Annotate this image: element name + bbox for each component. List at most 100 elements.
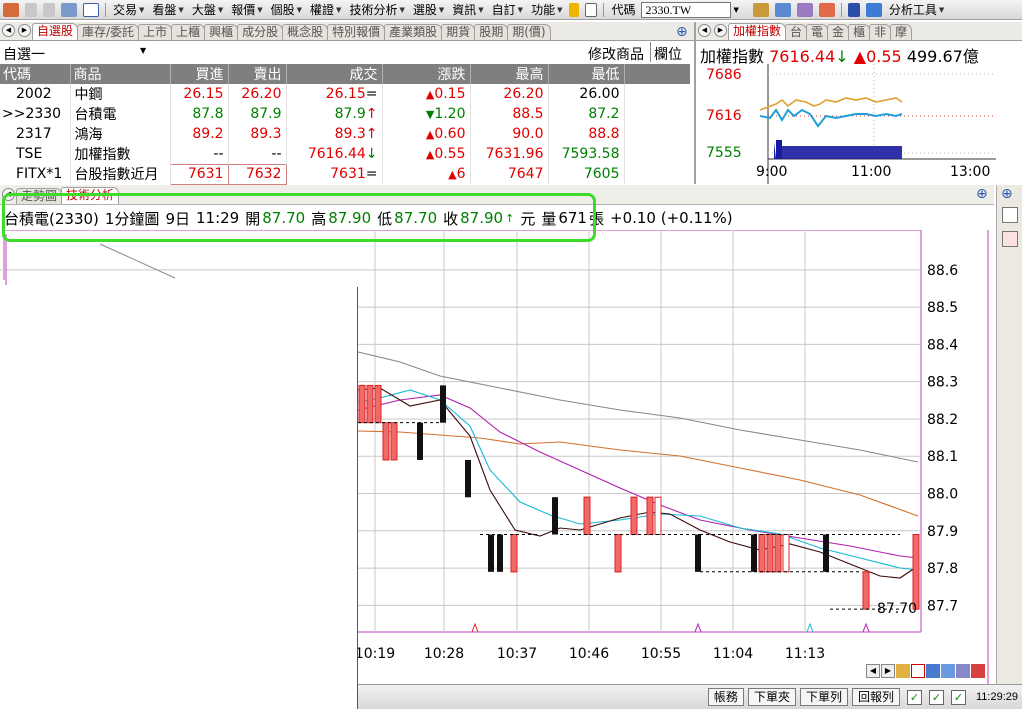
group-select[interactable]: 自選一 — [3, 44, 45, 64]
chart-tool-icon-1[interactable] — [896, 664, 910, 678]
note-icon[interactable] — [585, 2, 598, 17]
side-icon-1[interactable] — [1002, 207, 1018, 223]
print-icon[interactable] — [61, 2, 77, 17]
tab-listed[interactable]: 上市 — [138, 24, 173, 40]
y-tick-label: 87.8 — [927, 561, 958, 577]
table-row[interactable]: FITX*1 台股指數近月 7631 7632 7631= ▲6 7647 7605 — [0, 163, 690, 185]
forward-icon[interactable] — [43, 2, 55, 17]
index-scroll-left-icon[interactable]: ◀ — [698, 24, 711, 37]
col-ask[interactable]: 賣出 — [228, 64, 287, 84]
tab-index-tw[interactable]: 台 — [785, 24, 808, 40]
tab-otc[interactable]: 上櫃 — [171, 24, 206, 40]
tab-index-otc[interactable]: 櫃 — [848, 24, 871, 40]
tab-emerging[interactable]: 興櫃 — [204, 24, 239, 40]
tab-index-elec[interactable]: 電 — [806, 24, 829, 40]
menu-watch[interactable]: 看盤 ▼ — [148, 1, 187, 18]
checkbox-3[interactable]: ✓ — [950, 689, 966, 705]
table-row[interactable]: >>2330 台積電 87.8 87.9 87.9↑ ▼1.20 88.5 87.2 — [0, 104, 690, 124]
col-low[interactable]: 最低 — [548, 64, 625, 84]
chart-tool-icon-5[interactable] — [956, 664, 970, 678]
toolbar-icon-2[interactable] — [796, 2, 813, 17]
menu-technical[interactable]: 技術分析 ▼ — [345, 1, 408, 18]
tab-scroll-right-icon[interactable]: ▶ — [18, 24, 31, 37]
menu-custom[interactable]: 自訂 ▼ — [488, 1, 527, 18]
tab-special[interactable]: 特別報價 — [327, 24, 386, 40]
side-check-icon[interactable] — [1002, 231, 1018, 247]
report-bar-button[interactable]: 回報列 — [851, 688, 900, 706]
tab-components[interactable]: 成分股 — [237, 24, 284, 40]
tab-industry[interactable]: 產業類股 — [384, 24, 443, 40]
wl-empty — [624, 124, 690, 144]
col-name[interactable]: 商品 — [70, 64, 171, 84]
wl-ask: 87.9 — [228, 104, 287, 124]
table-row[interactable]: 2002 中鋼 26.15 26.20 26.15= ▲0.15 26.20 26.00 — [0, 84, 690, 104]
wl-change-value: 6 — [456, 166, 466, 182]
checkbox-1[interactable]: ✓ — [906, 689, 922, 705]
group-dropdown-icon[interactable]: ▼ — [140, 46, 146, 55]
cursor-icon[interactable] — [847, 2, 860, 17]
toolbar-icon-3[interactable] — [818, 2, 835, 17]
table-row[interactable]: 2317 鴻海 89.2 89.3 89.3↑ ▲0.60 90.0 88.8 — [0, 124, 690, 144]
col-code[interactable]: 代碼 — [0, 64, 71, 84]
tab-index-nonfin[interactable]: 非 — [869, 24, 892, 40]
menu-screener[interactable]: 選股 ▼ — [409, 1, 448, 18]
popout-icon[interactable] — [83, 2, 99, 17]
tab-index-msci[interactable]: 摩 — [890, 24, 913, 40]
index-scroll-right-icon[interactable]: ▶ — [714, 24, 727, 37]
home-icon[interactable] — [3, 2, 19, 17]
code-input[interactable]: 2330.TW — [641, 1, 732, 18]
tab-index-fin[interactable]: 金 — [827, 24, 850, 40]
tab-futures[interactable]: 期貨 — [441, 24, 476, 40]
order-bar-button[interactable]: 下單列 — [799, 688, 848, 706]
col-change[interactable]: 漲跌 — [382, 64, 471, 84]
menu-function[interactable]: 功能 ▼ — [527, 1, 566, 18]
tab-watchlist[interactable]: 自選股 — [32, 23, 79, 40]
chart-tool-icon-2[interactable] — [911, 664, 925, 678]
zoom-icon[interactable] — [774, 2, 791, 17]
lightning-icon[interactable] — [569, 2, 580, 17]
tab-stock-futures[interactable]: 股期 — [474, 24, 509, 40]
wl-bid: 26.15 — [170, 84, 229, 104]
side-zoom-icon[interactable]: ⊕ — [1001, 186, 1013, 202]
menu-trade[interactable]: 交易 ▼ — [109, 1, 148, 18]
menu-market[interactable]: 大盤 ▼ — [188, 1, 227, 18]
chart-tool-icon-6[interactable] — [971, 664, 985, 678]
wl-low: 88.8 — [548, 124, 625, 144]
wl-bid: 89.2 — [170, 124, 229, 144]
table-row[interactable]: TSE 加權指數 -- -- 7616.44↓ ▲0.55 7631.96 7593.58 — [0, 144, 690, 164]
candle-up — [782, 534, 790, 573]
col-high[interactable]: 最高 — [470, 64, 549, 84]
tab-inventory[interactable]: 庫存/委託 — [77, 24, 140, 40]
tab-scroll-left-icon[interactable]: ◀ — [2, 24, 15, 37]
checkbox-2[interactable]: ✓ — [928, 689, 944, 705]
col-bid[interactable]: 買進 — [170, 64, 229, 84]
chart-tool-icon-3[interactable] — [926, 664, 940, 678]
candle-up — [766, 534, 774, 573]
order-folder-button[interactable]: 下單夾 — [747, 688, 796, 706]
menu-analysis-tools[interactable]: 分析工具 ▼ — [885, 1, 948, 18]
chart-zoom-icon[interactable]: ⊕ — [976, 186, 988, 202]
add-window-icon[interactable]: ⊕ — [676, 24, 688, 40]
col-last[interactable]: 成交 — [286, 64, 383, 84]
account-button[interactable]: 帳務 — [707, 688, 744, 706]
columns-button[interactable]: 欄位 — [654, 44, 682, 64]
tab-taiex[interactable]: 加權指數 — [728, 23, 787, 40]
wl-empty — [624, 164, 690, 184]
wl-name: 鴻海 — [70, 124, 171, 144]
menu-quote[interactable]: 報價 ▼ — [227, 1, 266, 18]
tab-concept[interactable]: 概念股 — [282, 24, 329, 40]
scroll-left-icon[interactable]: ◀ — [866, 664, 880, 678]
scroll-right-icon[interactable]: ▶ — [881, 664, 895, 678]
toolbar-icon-1[interactable] — [752, 2, 769, 17]
analysis-tools-icon[interactable] — [865, 2, 882, 17]
menu-info[interactable]: 資訊 ▼ — [448, 1, 487, 18]
candle-up — [758, 534, 766, 573]
menu-stock[interactable]: 個股 ▼ — [267, 1, 306, 18]
edit-products-button[interactable]: 修改商品 — [588, 44, 644, 64]
menu-warrant[interactable]: 權證 ▼ — [306, 1, 345, 18]
back-icon[interactable] — [25, 2, 37, 17]
code-dropdown-icon[interactable]: ▼ — [733, 6, 738, 14]
tab-options[interactable]: 期(價) — [507, 24, 551, 40]
chart-tool-icon-4[interactable] — [941, 664, 955, 678]
wl-empty — [624, 104, 690, 124]
